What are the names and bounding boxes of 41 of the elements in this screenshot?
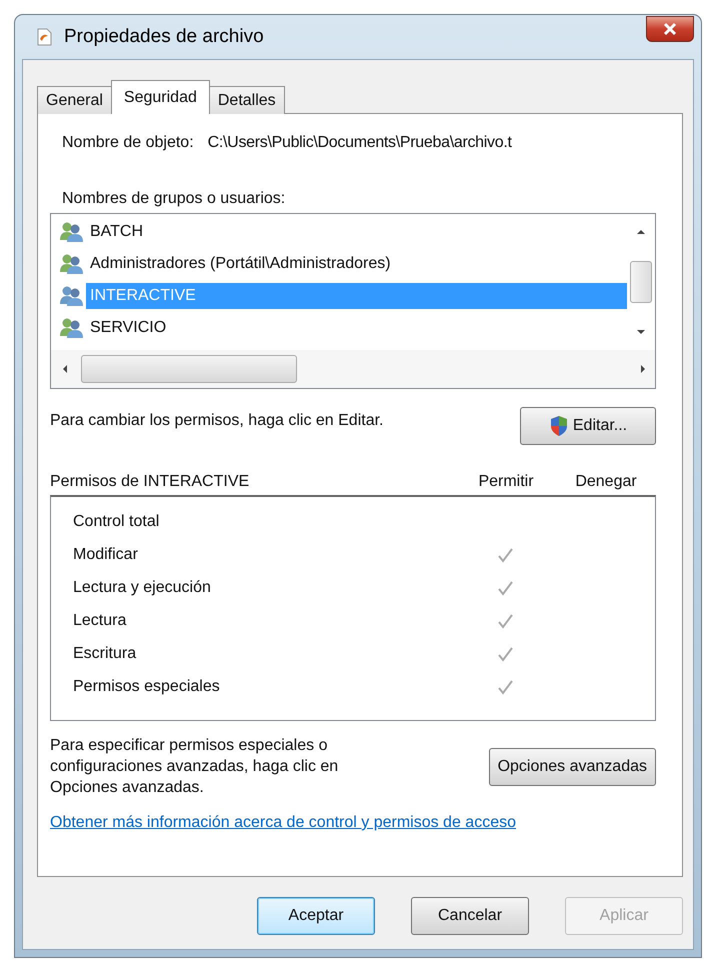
allow-column-header: Permitir	[477, 473, 535, 491]
users-icon	[59, 285, 85, 307]
permission-name: Escritura	[72, 644, 138, 662]
scroll-up-icon[interactable]	[636, 228, 646, 236]
object-path: C:\Users\Public\Documents\Prueba\archivo.t	[208, 134, 512, 152]
help-link[interactable]: Obtener más información acerca de control y permisos de acceso	[50, 814, 656, 832]
advanced-options-button[interactable]: Opciones avanzadas	[488, 748, 656, 786]
permission-name: Permisos especiales	[72, 678, 221, 696]
object-name-label: Nombre de objeto:	[62, 134, 194, 152]
group-item[interactable]: SERVICIO	[86, 315, 627, 341]
edit-button[interactable]: Editar...	[520, 407, 656, 445]
scroll-right-icon[interactable]	[639, 364, 647, 374]
close-icon	[662, 22, 678, 36]
scroll-down-icon[interactable]	[636, 328, 646, 336]
users-icon	[59, 317, 85, 339]
tab[interactable]: Detalles	[208, 86, 285, 114]
advanced-hint: Para especificar permisos especiales o configuraciones avanzadas, haga clic en Opciones avanzadas.	[50, 736, 340, 798]
edit-hint: Para cambiar los permisos, haga clic en Editar.	[50, 412, 384, 430]
permission-name: Control total	[72, 512, 160, 530]
permissions-label: Permisos de INTERACTIVE	[50, 473, 250, 491]
deny-column-header: Denegar	[574, 473, 638, 491]
window-title: Propiedades de archivo	[64, 26, 265, 48]
group-item[interactable]: BATCH	[86, 219, 627, 245]
shield-icon	[548, 415, 569, 437]
scroll-thumb[interactable]	[81, 355, 297, 383]
permission-name: Modificar	[72, 546, 139, 564]
group-item[interactable]: Administradores (Portátil\Administradores)	[86, 251, 627, 277]
horizontal-scrollbar[interactable]	[51, 350, 655, 388]
scroll-thumb[interactable]	[630, 261, 652, 303]
permission-name: Lectura y ejecución	[72, 578, 212, 596]
permission-name: Lectura	[72, 612, 128, 630]
users-icon	[59, 221, 85, 243]
scroll-left-icon[interactable]	[61, 364, 69, 374]
close-button[interactable]	[646, 16, 694, 42]
tab[interactable]: Seguridad	[110, 80, 210, 114]
document-icon	[36, 28, 52, 46]
tab[interactable]: General	[37, 86, 112, 114]
dialog-button[interactable]: Cancelar	[411, 897, 529, 935]
groups-label: Nombres de grupos o usuarios:	[62, 190, 286, 208]
dialog-button[interactable]: Aceptar	[257, 897, 375, 935]
users-icon	[59, 253, 85, 275]
